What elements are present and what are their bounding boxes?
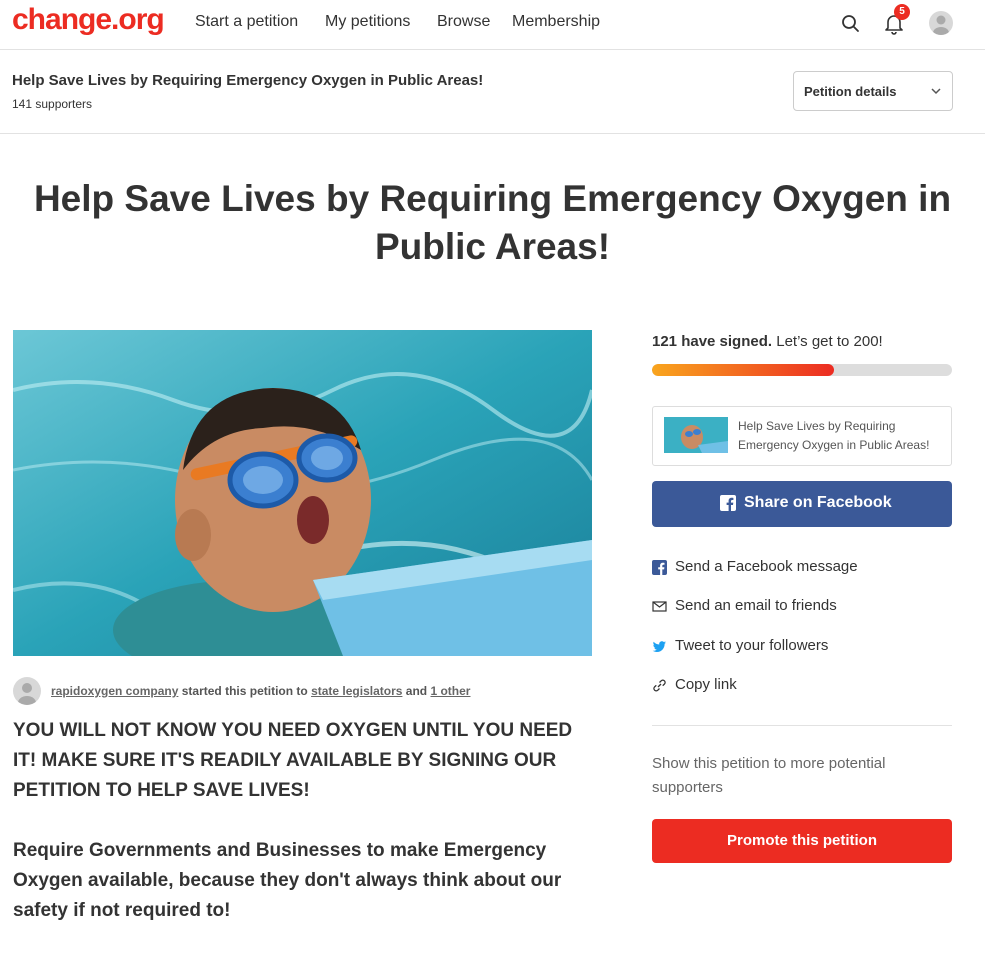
sidebar-divider	[652, 725, 952, 726]
share-option-label: Copy link	[675, 676, 737, 693]
share-on-facebook-button[interactable]: Share on Facebook	[652, 481, 952, 527]
share-tweet[interactable]: Tweet to your followers	[652, 635, 952, 659]
user-silhouette-icon	[18, 683, 36, 705]
share-option-label: Send an email to friends	[675, 597, 837, 614]
petition-starter: rapidoxygen company started this petitio…	[13, 677, 592, 705]
search-icon[interactable]	[838, 11, 864, 37]
starter-middle: started this petition to	[181, 684, 308, 698]
petition-details-dropdown[interactable]: Petition details	[793, 71, 953, 111]
nav-membership[interactable]: Membership	[512, 13, 600, 31]
chevron-down-icon	[931, 88, 941, 95]
starter-text: rapidoxygen company started this petitio…	[51, 684, 470, 698]
twitter-icon	[652, 641, 666, 652]
sticky-petition-title: Help Save Lives by Requiring Emergency O…	[12, 72, 484, 89]
signed-goal-text: Let’s get to 200!	[776, 333, 883, 350]
petition-details-label: Petition details	[804, 84, 897, 99]
nav-my-petitions[interactable]: My petitions	[325, 13, 410, 31]
share-option-label: Tweet to your followers	[675, 637, 829, 654]
promote-petition-button[interactable]: Promote this petition	[652, 819, 952, 863]
signature-progress-bar	[652, 364, 952, 376]
other-target-link[interactable]: 1 other	[430, 684, 470, 698]
top-navigation: change.org Start a petition My petitions…	[0, 0, 985, 50]
share-on-facebook-label: Share on Facebook	[744, 494, 892, 511]
user-silhouette-icon	[933, 15, 949, 35]
share-option-label: Send a Facebook message	[675, 558, 858, 575]
nav-browse[interactable]: Browse	[437, 13, 490, 31]
petition-sticky-bar: Help Save Lives by Requiring Emergency O…	[0, 51, 985, 134]
link-icon	[653, 679, 666, 692]
share-preview-card: Help Save Lives by Requiring Emergency O…	[652, 406, 952, 466]
share-facebook-message[interactable]: Send a Facebook message	[652, 556, 952, 580]
share-email[interactable]: Send an email to friends	[652, 595, 952, 619]
preview-thumbnail	[664, 417, 728, 453]
user-avatar[interactable]	[929, 11, 953, 35]
petition-body-paragraph-1: YOU WILL NOT KNOW YOU NEED OXYGEN UNTIL …	[13, 720, 573, 801]
progress-fill	[652, 364, 834, 376]
change-org-logo[interactable]: change.org	[12, 3, 165, 37]
page-title: Help Save Lives by Requiring Emergency O…	[33, 178, 952, 267]
nav-start-petition[interactable]: Start a petition	[195, 13, 298, 31]
signed-count-bold: 121 have signed.	[652, 333, 773, 350]
signature-count: 121 have signed. Let’s get to 200!	[652, 333, 883, 350]
starter-and: and	[405, 684, 428, 698]
preview-title: Help Save Lives by Requiring Emergency O…	[738, 419, 930, 452]
notification-badge: 5	[894, 4, 910, 20]
copy-link[interactable]: Copy link	[652, 674, 952, 698]
promote-description: Show this petition to more potential sup…	[652, 755, 886, 796]
target-link[interactable]: state legislators	[311, 684, 402, 698]
petition-hero-image	[13, 330, 592, 656]
starter-name-link[interactable]: rapidoxygen company	[51, 684, 178, 698]
supporter-count: 141 supporters	[12, 97, 93, 111]
petition-body-paragraph-2: Require Governments and Businesses to ma…	[13, 840, 562, 921]
starter-avatar	[13, 677, 41, 705]
facebook-icon	[652, 560, 667, 575]
email-icon	[652, 601, 667, 612]
facebook-icon	[720, 495, 736, 511]
